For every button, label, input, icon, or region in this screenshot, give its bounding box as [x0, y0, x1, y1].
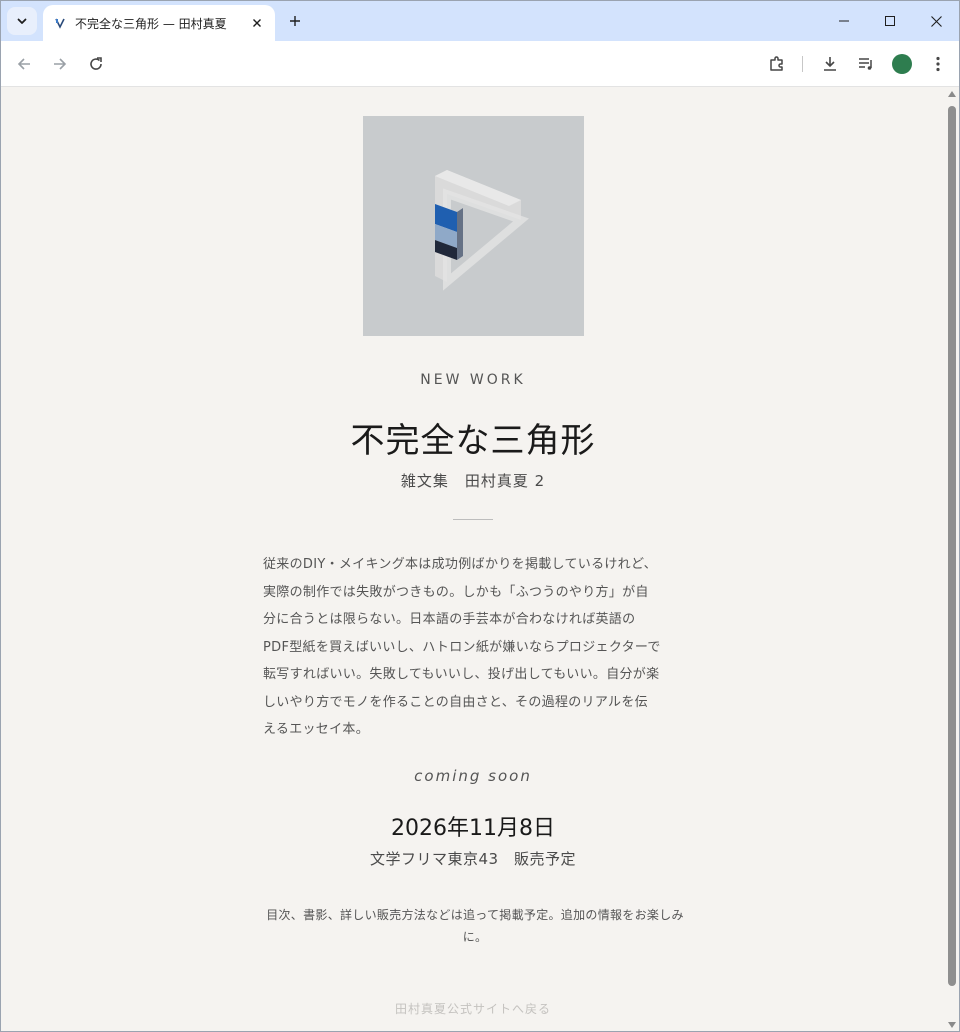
description-line: 従来のDIY・メイキング本は成功例ばかりを掲載しているけれど、	[263, 557, 657, 572]
book-cover-image	[363, 116, 584, 336]
reload-button[interactable]	[82, 50, 110, 78]
info-note: 目次、書影、詳しい販売方法などは追って掲載予定。追加の情報をお楽しみに。	[266, 908, 684, 944]
description-line: しいやり方でモノを作ることの自由さと、その過程のリアルを伝	[263, 694, 648, 710]
description-line: PDF型紙を買えばいいし、ハトロン紙が嫌いならプロジェクターで	[263, 639, 661, 655]
chevron-down-icon	[17, 18, 27, 24]
back-to-site-link[interactable]: 田村真夏公式サイトへ戻る	[1, 1000, 945, 1017]
minimize-button[interactable]	[821, 1, 867, 41]
active-tab[interactable]: 不完全な三角形 — 田村真夏	[43, 5, 275, 41]
description-line: 分に合うとは限らない。日本語の手芸本が合わなければ英語の	[263, 612, 636, 627]
profile-button[interactable]	[888, 50, 916, 78]
maximize-icon	[885, 16, 895, 26]
arrow-right-icon	[54, 58, 67, 70]
scroll-thumb[interactable]	[948, 106, 956, 986]
cover-illustration	[435, 170, 529, 291]
browser-toolbar	[1, 41, 959, 87]
extensions-button[interactable]	[763, 50, 791, 78]
book-description: 従来のDIY・メイキング本は成功例ばかりを掲載しているけれど、 実際の制作では失…	[263, 551, 685, 744]
forward-button[interactable]	[46, 50, 74, 78]
coming-soon-label: coming soon	[414, 767, 532, 785]
site-favicon-icon	[53, 16, 67, 30]
section-eyebrow: NEW WORK	[420, 372, 526, 388]
book-subtitle: 雑文集 田村真夏 2	[400, 472, 546, 490]
menu-button[interactable]	[924, 50, 952, 78]
puzzle-icon	[770, 56, 783, 71]
close-window-button[interactable]	[913, 1, 959, 41]
downloads-button[interactable]	[816, 50, 844, 78]
reload-icon	[90, 57, 102, 70]
page-content: NEW WORK 不完全な三角形 雑文集 田村真夏 2 従来のDIY・メイキング…	[1, 88, 945, 1031]
tab-title: 不完全な三角形 — 田村真夏	[75, 16, 227, 31]
browser-window: 不完全な三角形 — 田村真夏 NEW WORK 不完全な三角形 雑文集 田村真夏…	[0, 0, 960, 1032]
new-tab-button[interactable]	[283, 9, 307, 33]
scroll-down-arrow-icon[interactable]	[948, 1022, 956, 1028]
maximize-button[interactable]	[867, 1, 913, 41]
close-tab-icon[interactable]	[249, 15, 265, 31]
release-date: 2026年11月8日	[391, 816, 555, 841]
divider	[453, 519, 493, 520]
plus-icon	[290, 16, 300, 26]
description-line: えるエッセイ本。	[263, 722, 370, 737]
playlist-music-icon	[859, 58, 872, 70]
more-vertical-icon	[936, 56, 940, 72]
page-scrollbar[interactable]	[945, 88, 959, 1031]
scroll-up-arrow-icon[interactable]	[948, 91, 956, 97]
download-icon	[824, 57, 836, 71]
event-info: 文学フリマ東京43 販売予定	[369, 850, 577, 868]
page-title: 不完全な三角形	[350, 421, 596, 461]
toolbar-divider	[802, 56, 803, 72]
avatar	[892, 54, 912, 74]
description-line: 実際の制作では失敗がつきもの。しかも「ふつうのやり方」が自	[263, 584, 649, 600]
media-control-button[interactable]	[852, 50, 880, 78]
tab-search-button[interactable]	[7, 7, 37, 35]
arrow-left-icon	[17, 58, 30, 70]
tab-strip: 不完全な三角形 — 田村真夏	[1, 1, 959, 41]
back-button[interactable]	[10, 50, 38, 78]
close-icon	[930, 15, 942, 27]
description-line: 転写すればいい。失敗してもいいし、投げ出してもいい。自分が楽	[263, 667, 660, 682]
minimize-icon	[839, 20, 849, 22]
